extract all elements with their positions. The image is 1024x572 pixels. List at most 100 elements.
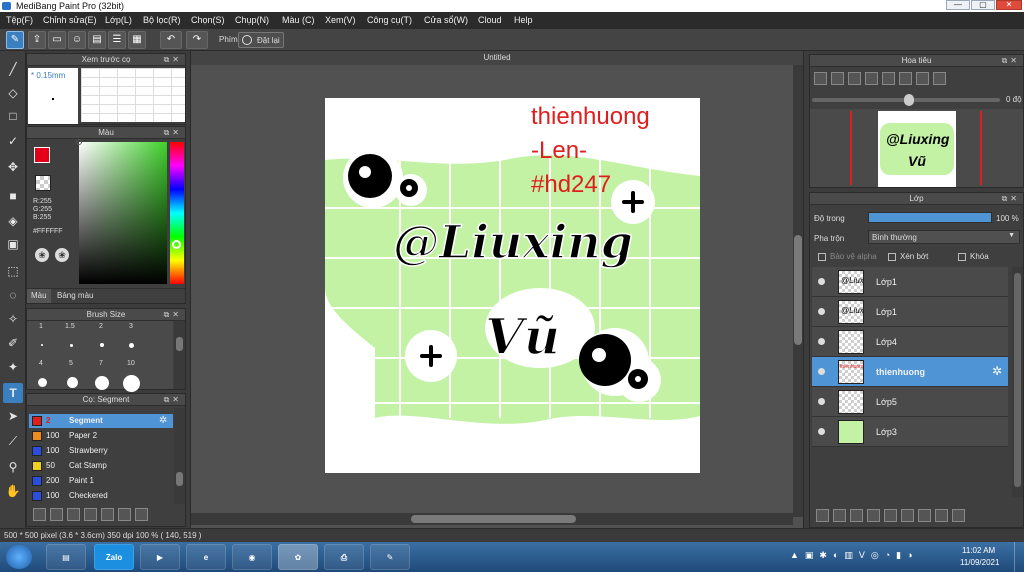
operation-tool-icon[interactable]: ➤ [3, 406, 23, 426]
hue-slider[interactable] [170, 142, 184, 284]
brush-size-dot[interactable] [95, 376, 109, 390]
brush-item-checkered[interactable]: 100 Checkered [29, 489, 169, 503]
explorer-icon[interactable]: ▤ [46, 544, 86, 570]
new-brush-icon[interactable] [50, 508, 63, 521]
blend-mode-select[interactable]: Bình thường ▼ [868, 230, 1020, 244]
list-icon[interactable]: ☰ [108, 31, 126, 49]
scroll-thumb[interactable] [794, 235, 802, 345]
rectangle-tool-icon[interactable]: □ [3, 106, 23, 126]
menu-filter[interactable]: Bộ lọc(R) [143, 12, 181, 29]
close-button[interactable]: ✕ [996, 0, 1022, 10]
rotate-right-icon[interactable] [916, 72, 929, 85]
layer-row[interactable]: Lớp4 [812, 327, 1008, 357]
menu-edit[interactable]: Chỉnh sửa(E) [43, 12, 97, 29]
gradient-tool-icon[interactable]: ▣ [3, 234, 23, 254]
panel-float-close-icon[interactable]: ⧉✕ [164, 54, 182, 66]
hand-tool-icon[interactable]: ✋ [3, 481, 23, 501]
lock-checkbox[interactable] [958, 253, 966, 261]
brush-item-cat-stamp[interactable]: 50 Cat Stamp [29, 459, 169, 473]
zoom-in-icon[interactable] [814, 72, 827, 85]
brush-size-dot[interactable] [41, 344, 43, 346]
brush-size-dot[interactable] [38, 378, 47, 387]
layer-row-selected[interactable]: thienhuong thienhuong ✲ [812, 357, 1008, 387]
tab-color[interactable]: Màu [27, 289, 51, 303]
fit-icon[interactable] [848, 72, 861, 85]
palette-icon[interactable]: ❀ [35, 248, 49, 262]
divide-tool-icon[interactable]: ⟋ [3, 431, 23, 451]
menu-view[interactable]: Xem(V) [325, 12, 356, 29]
text-tool-icon[interactable]: T [3, 383, 23, 403]
eye-icon[interactable] [818, 338, 825, 345]
merge-icon[interactable] [935, 509, 948, 522]
reset-button[interactable]: Đặt lại [238, 32, 284, 48]
duplicate-icon[interactable] [918, 509, 931, 522]
grid-icon[interactable]: ▦ [128, 31, 146, 49]
actual-size-icon[interactable] [865, 72, 878, 85]
canvas-vertical-scrollbar[interactable] [793, 65, 803, 517]
duplicate-icon[interactable] [118, 508, 131, 521]
minimize-button[interactable]: — [946, 0, 970, 10]
ie-icon[interactable]: e [186, 544, 226, 570]
menu-help[interactable]: Help [514, 12, 533, 29]
pen-tool-icon[interactable]: ✓ [3, 131, 23, 151]
folder-icon[interactable] [901, 509, 914, 522]
tablet-icon[interactable]: ✎ [6, 31, 24, 49]
eye-icon[interactable] [818, 308, 825, 315]
media-player-icon[interactable]: ▶ [140, 544, 180, 570]
brush-size-scrollbar[interactable] [174, 321, 185, 389]
brush-size-dot[interactable] [129, 343, 134, 348]
chrome-icon[interactable]: ◉ [232, 544, 272, 570]
brush-size-dot[interactable] [123, 375, 140, 392]
brush-doc-icon[interactable] [84, 508, 97, 521]
brush-size-dot[interactable] [100, 343, 104, 347]
menu-tools[interactable]: Công cụ(T) [367, 12, 412, 29]
brush-list-scrollbar[interactable] [174, 408, 185, 504]
brush-size-dot[interactable] [67, 377, 78, 388]
magic-wand-tool-icon[interactable]: ✧ [3, 309, 23, 329]
scroll-thumb[interactable] [411, 515, 576, 523]
zoom-out-icon[interactable] [831, 72, 844, 85]
menu-window[interactable]: Cửa sổ(W) [424, 12, 468, 29]
rotation-slider[interactable] [812, 94, 1000, 106]
select-pen-tool-icon[interactable]: ✐ [3, 333, 23, 353]
panel-float-close-icon[interactable]: ⧉✕ [164, 394, 182, 406]
clipping-checkbox[interactable] [888, 253, 896, 261]
brush-size-grid[interactable]: 1 1.5 2 3 4 5 7 10 [27, 321, 173, 392]
menu-color[interactable]: Màu (C) [282, 12, 315, 29]
saturation-value-picker[interactable] [76, 139, 167, 284]
palette-add-icon[interactable]: ❀ [55, 248, 69, 262]
share-icon[interactable]: ⇪ [28, 31, 46, 49]
show-desktop-button[interactable] [1014, 542, 1024, 572]
document-canvas[interactable]: @Liuxing Vũ thienhuong -Len- #hd247 [325, 98, 700, 473]
layer-row[interactable]: @Liuxing Lớp1 [812, 297, 1008, 327]
bucket-tool-icon[interactable]: ◈ [3, 211, 23, 231]
eye-icon[interactable] [818, 398, 825, 405]
scroll-thumb[interactable] [176, 337, 183, 351]
menu-layer[interactable]: Lớp(L) [105, 12, 132, 29]
panel-float-close-icon[interactable]: ⧉✕ [164, 309, 182, 321]
lasso-tool-icon[interactable]: ◌ [3, 285, 23, 305]
brush-texture-grid[interactable] [81, 68, 185, 122]
color-picker-handle[interactable] [76, 139, 82, 145]
layer-row[interactable]: Lớp5 [812, 387, 1008, 417]
new-1bit-layer-icon[interactable] [867, 509, 880, 522]
menu-select[interactable]: Chọn(S) [191, 12, 225, 29]
select-tool-icon[interactable]: ⬚ [3, 261, 23, 281]
medibang-icon[interactable]: ✿ [278, 544, 318, 570]
protect-alpha-checkbox[interactable] [818, 253, 826, 261]
brush-tool-icon[interactable]: ╱ [3, 59, 23, 79]
transparent-color-swatch[interactable] [35, 175, 51, 191]
zalo-icon[interactable]: Zalo [94, 544, 134, 570]
document-icon[interactable]: ▤ [88, 31, 106, 49]
layer-row[interactable]: Lớp3 [812, 417, 1008, 447]
opacity-slider[interactable] [868, 212, 992, 223]
eraser-tool-icon[interactable]: ◇ [3, 83, 23, 103]
hue-handle[interactable] [172, 240, 181, 249]
reset-rotation-icon[interactable] [899, 72, 912, 85]
brush-menu-icon[interactable] [67, 508, 80, 521]
panel-float-close-icon[interactable]: ⧉✕ [1002, 193, 1020, 205]
chat-icon[interactable]: ▭ [48, 31, 66, 49]
delete-icon[interactable] [135, 508, 148, 521]
eye-icon[interactable] [818, 278, 825, 285]
primary-color-swatch[interactable] [34, 147, 50, 163]
